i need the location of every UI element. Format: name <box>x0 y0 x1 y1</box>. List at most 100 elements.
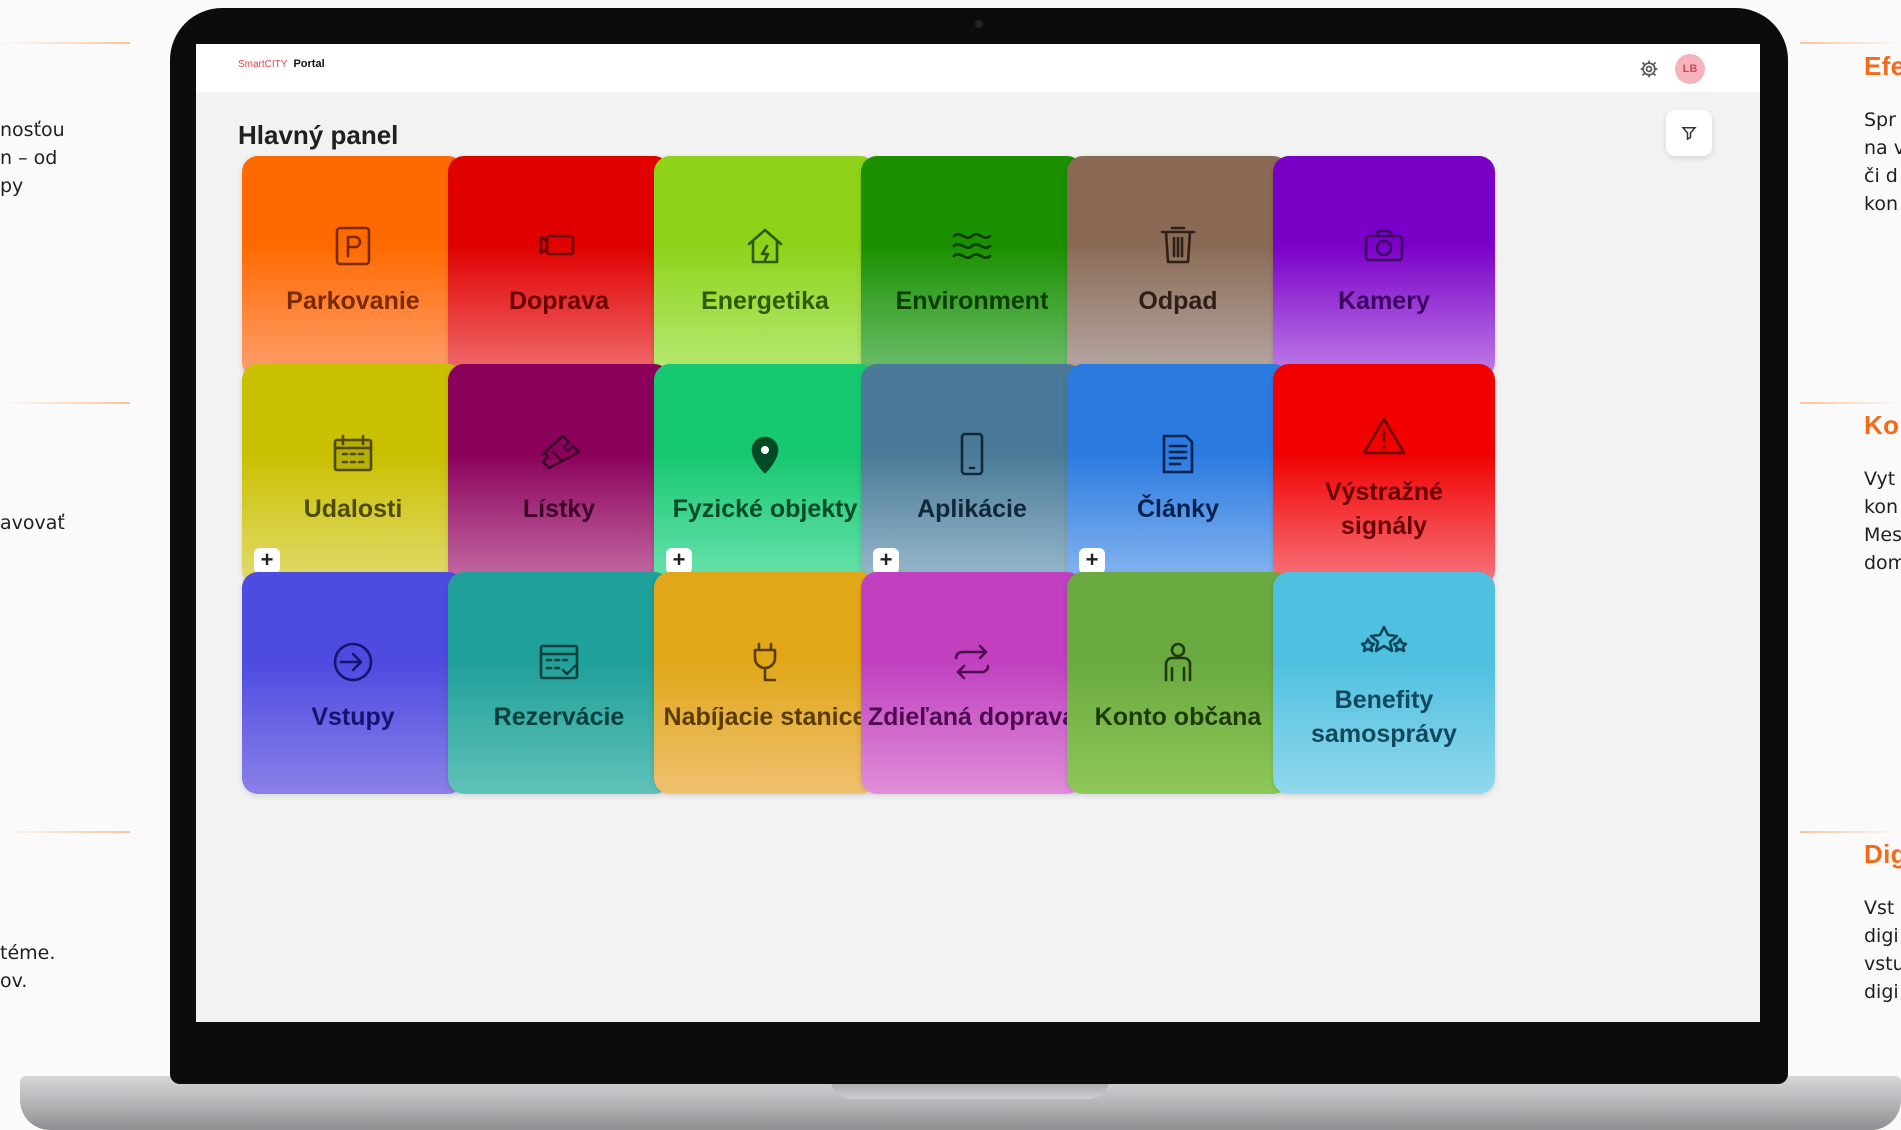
text-line: digi <box>1864 925 1899 947</box>
avatar-initials: LB <box>1682 63 1698 75</box>
text-line: Vst <box>1864 897 1895 919</box>
text-line: avovať <box>0 512 65 534</box>
tile-label: Energetika <box>701 287 829 315</box>
tile-home-energy[interactable]: Energetika <box>654 156 876 378</box>
tile-person[interactable]: Konto občana <box>1067 572 1289 794</box>
tile-label: Nabíjacie stanice <box>663 703 867 731</box>
top-bar: Smart CITY Portal LB <box>196 44 1760 92</box>
tile-label: Benefity samosprávy <box>1311 686 1457 748</box>
add-button[interactable]: + <box>1079 548 1105 574</box>
text-line: nosťou <box>0 119 65 141</box>
logo-mark: Smart CITY <box>238 59 287 70</box>
text-line: py <box>0 175 24 197</box>
tile-location-pin[interactable]: Fyzické objekty + <box>654 364 876 586</box>
video-camera-icon <box>539 234 575 256</box>
add-button[interactable]: + <box>666 548 692 574</box>
tile-label: Lístky <box>522 495 596 523</box>
tile-repeat-arrows[interactable]: Zdieľaná doprava <box>861 572 1083 794</box>
stars-icon <box>1360 625 1408 653</box>
tile-charging-plug[interactable]: Nabíjacie stanice <box>654 572 876 794</box>
text-line: kon <box>1864 496 1898 518</box>
text-line: či d <box>1864 165 1898 187</box>
right-section-3: Dig Vst digi vstu digi <box>1864 840 1901 1006</box>
tile-label: Konto občana <box>1094 703 1262 731</box>
filter-icon <box>1681 127 1697 141</box>
app-screen: Smart CITY Portal LB Hlavný panel Parkov… <box>196 44 1760 1022</box>
tile-trash[interactable]: Odpad <box>1067 156 1289 378</box>
trash-icon <box>1160 226 1196 264</box>
tile-calendar-check[interactable]: Rezervácie <box>448 572 670 794</box>
section-heading: Ko <box>1864 410 1900 440</box>
tile-video-camera[interactable]: Doprava <box>448 156 670 378</box>
text-line: dom <box>1864 552 1901 574</box>
tile-calendar[interactable]: Udalosti + <box>242 364 464 586</box>
smartphone-icon <box>960 432 984 476</box>
tile-label: Kamery <box>1338 287 1430 315</box>
parking-icon <box>335 226 371 266</box>
warning-icon <box>1362 417 1406 455</box>
tile-ticket[interactable]: Lístky <box>448 364 670 586</box>
waves-icon <box>952 233 992 259</box>
tile-label: Aplikácie <box>917 495 1027 523</box>
divider <box>1800 831 1901 833</box>
calendar-check-icon <box>539 644 579 680</box>
right-section-1: Efe Spr na v či d kon <box>1864 52 1901 218</box>
tile-label: Udalosti <box>303 495 403 523</box>
location-pin-icon <box>751 436 779 474</box>
gear-icon[interactable] <box>1639 59 1659 79</box>
tile-warning[interactable]: Výstražné signály <box>1273 364 1495 586</box>
tile-parking[interactable]: Parkovanie <box>242 156 464 378</box>
tile-label: Zdieľaná doprava <box>867 703 1077 731</box>
repeat-arrows-icon <box>954 644 990 680</box>
tile-camera[interactable]: Kamery <box>1273 156 1495 378</box>
home-energy-icon <box>747 228 783 264</box>
text-line: n – od <box>0 147 58 169</box>
tile-document[interactable]: Články + <box>1067 364 1289 586</box>
logo-prefix: Smart <box>238 58 265 70</box>
document-icon <box>1162 434 1194 474</box>
divider <box>0 42 130 44</box>
text-line: ov. <box>0 970 28 992</box>
divider <box>0 402 130 404</box>
tile-smartphone[interactable]: Aplikácie + <box>861 364 1083 586</box>
page-title: Hlavný panel <box>238 120 399 150</box>
tile-label: Články <box>1137 495 1219 523</box>
camera-icon <box>1364 229 1404 262</box>
logo-city: CITY <box>264 58 288 70</box>
tile-label: Fyzické objekty <box>672 495 858 523</box>
tile-waves[interactable]: Environment <box>861 156 1083 378</box>
add-button[interactable]: + <box>873 548 899 574</box>
logo-text: Portal <box>293 58 325 70</box>
text-line: Mes <box>1864 524 1901 546</box>
divider <box>1800 42 1901 44</box>
tile-label: Rezervácie <box>493 703 625 731</box>
divider <box>0 831 130 833</box>
person-icon <box>1164 642 1192 682</box>
left-text-block-2: avovať <box>0 509 65 537</box>
charging-plug-icon <box>753 642 777 682</box>
calendar-icon <box>333 434 373 472</box>
text-line: Vyt <box>1864 468 1896 490</box>
text-line: digi <box>1864 981 1899 1003</box>
tile-label: Doprava <box>508 287 610 315</box>
section-heading: Dig <box>1864 839 1901 869</box>
text-line: na v <box>1864 137 1901 159</box>
text-line: vstu <box>1864 953 1901 975</box>
text-line: kon <box>1864 193 1898 215</box>
tile-stars[interactable]: Benefity samosprávy <box>1273 572 1495 794</box>
tile-label: Vstupy <box>311 703 395 731</box>
smartcity-logo[interactable]: Smart CITY Portal <box>238 58 325 70</box>
divider <box>1800 402 1901 404</box>
left-text-block-1: nosťou n – od py <box>0 116 65 200</box>
text-line: Spr <box>1864 109 1896 131</box>
avatar[interactable]: LB <box>1675 54 1705 84</box>
login-arrow-icon <box>333 642 373 682</box>
filter-button[interactable] <box>1666 110 1712 156</box>
left-text-block-3: téme. ov. <box>0 939 55 995</box>
right-section-2: Ko Vyt kon Mes dom <box>1864 411 1901 577</box>
tile-label: Výstražné signály <box>1324 478 1444 540</box>
text-line: téme. <box>0 942 56 964</box>
tile-login-arrow[interactable]: Vstupy <box>242 572 464 794</box>
add-button[interactable]: + <box>254 548 280 574</box>
tile-label: Environment <box>895 287 1049 315</box>
